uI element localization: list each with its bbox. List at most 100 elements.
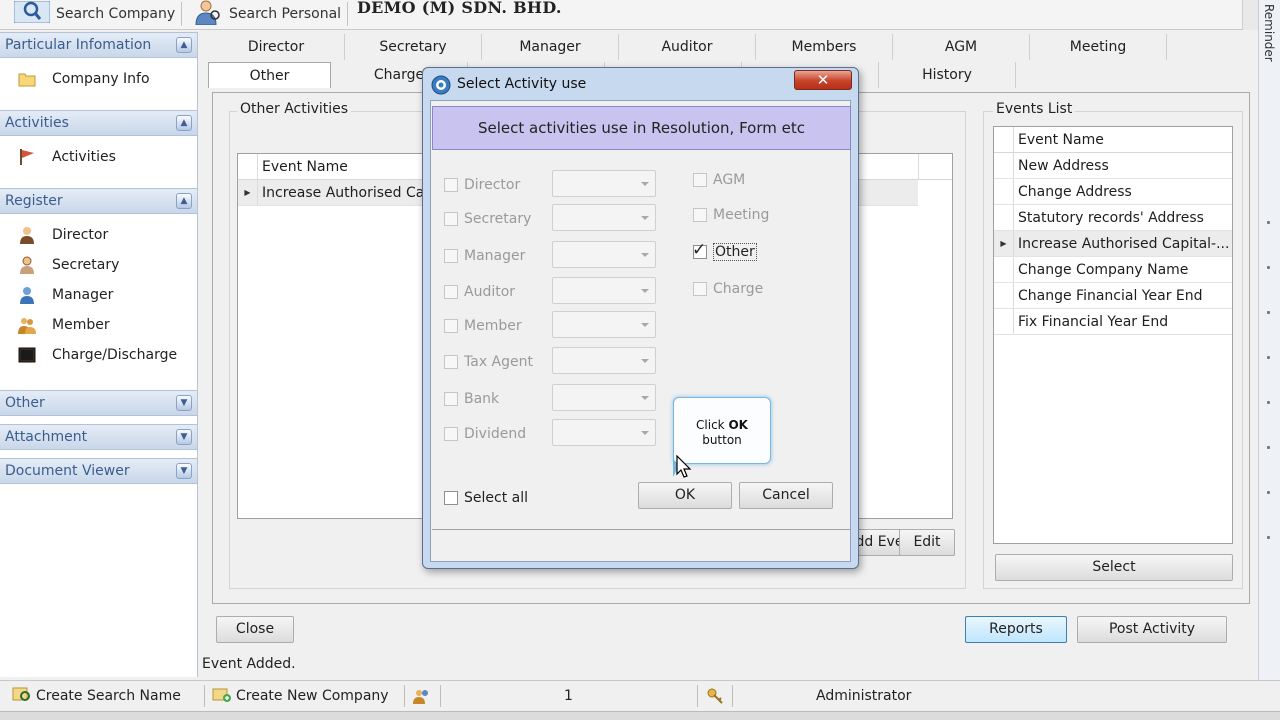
edit-button[interactable]: Edit: [899, 529, 955, 556]
combo-manager[interactable]: [552, 241, 656, 268]
tab-manager[interactable]: Manager: [482, 34, 619, 60]
chevron-down-icon: [641, 396, 649, 400]
checkbox-secretary[interactable]: Secretary: [444, 211, 531, 227]
tab-meeting[interactable]: Meeting: [1030, 34, 1167, 60]
combo-auditor[interactable]: [552, 277, 656, 304]
collapse-up-icon[interactable]: ▲: [176, 193, 192, 209]
divider: [432, 529, 851, 530]
checkbox-auditor[interactable]: Auditor: [444, 284, 515, 300]
search-personal-label: Search Personal: [229, 6, 342, 22]
sidebar-item-manager[interactable]: Manager: [0, 280, 197, 310]
table-row[interactable]: Statutory records' Address: [994, 205, 1232, 231]
chevron-down-icon: [641, 216, 649, 220]
ok-button[interactable]: OK: [638, 482, 732, 509]
scrollbar-stub[interactable]: [1242, 0, 1258, 30]
checkbox-member[interactable]: Member: [444, 318, 522, 334]
chevron-down-icon: [641, 182, 649, 186]
search-name-icon: [12, 685, 32, 707]
dialog-banner: Select activities use in Resolution, For…: [432, 106, 851, 150]
collapse-up-icon[interactable]: ▲: [176, 37, 192, 53]
search-company-button[interactable]: Search Company: [13, 0, 175, 28]
sidebar-item-label: Charge/Discharge: [52, 347, 178, 363]
create-new-company-button[interactable]: Create New Company: [212, 681, 389, 711]
table-row[interactable]: Change Company Name: [994, 257, 1232, 283]
tab-history[interactable]: History: [879, 62, 1016, 88]
grip-dots: [1267, 200, 1271, 560]
director-icon: [18, 226, 36, 244]
search-icon: [13, 0, 51, 27]
table-row-selected[interactable]: ▶ Increase Authorised Capital-...: [994, 231, 1232, 257]
combo-bank[interactable]: [552, 384, 656, 411]
close-button[interactable]: Close: [216, 616, 294, 643]
tab-members[interactable]: Members: [756, 34, 893, 60]
dialog-titlebar[interactable]: Select Activity use ✕: [423, 68, 858, 102]
reports-button[interactable]: Reports: [965, 616, 1067, 643]
expand-down-icon[interactable]: ▼: [176, 463, 192, 479]
sidebar-item-secretary[interactable]: Secretary: [0, 250, 197, 280]
new-company-icon: [212, 685, 232, 707]
sidebar-item-director[interactable]: Director: [0, 220, 197, 250]
tab-agm[interactable]: AGM: [893, 34, 1030, 60]
events-list-grid[interactable]: Event Name New Address Change Address St…: [993, 126, 1233, 544]
sidebar-section-other[interactable]: Other ▼: [0, 390, 197, 416]
table-row[interactable]: Fix Financial Year End: [994, 309, 1232, 335]
tab-other[interactable]: Other: [208, 62, 331, 88]
sidebar-item-label: Manager: [52, 287, 114, 303]
secretary-icon: [18, 256, 36, 274]
tab-secretary[interactable]: Secretary: [345, 34, 482, 60]
sidebar-section-document-viewer[interactable]: Document Viewer ▼: [0, 458, 197, 484]
expand-down-icon[interactable]: ▼: [176, 395, 192, 411]
bottom-strip: [0, 711, 1280, 720]
combo-secretary[interactable]: [552, 204, 656, 231]
folder-icon: [18, 70, 36, 88]
checkbox-other[interactable]: ✓ Other: [692, 240, 757, 261]
table-row[interactable]: Change Financial Year End: [994, 283, 1232, 309]
checkbox-director[interactable]: Director: [444, 177, 520, 193]
select-activity-dialog: Select Activity use ✕ Select activities …: [422, 67, 859, 569]
sidebar-item-member[interactable]: Member: [0, 310, 197, 340]
checkbox-agm[interactable]: AGM: [693, 172, 745, 188]
expand-down-icon[interactable]: ▼: [176, 429, 192, 445]
top-toolbar: Search Company Search Personal DEMO (M) …: [0, 0, 1280, 30]
column-header-event-name[interactable]: Event Name: [1014, 132, 1104, 148]
sidebar-item-activities[interactable]: Activities: [0, 142, 197, 172]
checkbox-manager[interactable]: Manager: [444, 248, 525, 264]
sidebar-item-company-info[interactable]: Company Info: [0, 64, 197, 94]
tab-auditor[interactable]: Auditor: [619, 34, 756, 60]
combo-dividend[interactable]: [552, 419, 656, 446]
checkbox-dividend[interactable]: Dividend: [444, 426, 526, 442]
cancel-button[interactable]: Cancel: [739, 482, 833, 509]
charge-icon: [18, 346, 36, 364]
checkbox-meeting[interactable]: Meeting: [693, 207, 769, 223]
post-activity-button[interactable]: Post Activity: [1077, 616, 1227, 643]
combo-member[interactable]: [552, 311, 656, 338]
checkbox-select-all[interactable]: Select all: [444, 490, 528, 506]
reminder-side-tab[interactable]: Reminder: [1258, 0, 1280, 680]
member-icon: [18, 316, 36, 334]
chevron-down-icon: [641, 253, 649, 257]
sidebar-item-charge-discharge[interactable]: Charge/Discharge: [0, 340, 197, 370]
sidebar-section-activities[interactable]: Activities ▲: [0, 110, 197, 136]
table-row[interactable]: New Address: [994, 153, 1232, 179]
combo-tax-agent[interactable]: [552, 347, 656, 374]
checkbox-bank[interactable]: Bank: [444, 391, 499, 407]
close-icon[interactable]: ✕: [794, 70, 852, 90]
current-user: Administrator: [816, 688, 912, 704]
select-event-button[interactable]: Select: [995, 554, 1233, 581]
table-row[interactable]: Change Address: [994, 179, 1232, 205]
checkbox-tax-agent[interactable]: Tax Agent: [444, 354, 533, 370]
checkbox-charge[interactable]: Charge: [693, 281, 763, 297]
create-search-name-button[interactable]: Create Search Name: [12, 681, 181, 711]
grid-header: Event Name: [994, 127, 1232, 153]
combo-director[interactable]: [552, 170, 656, 197]
sidebar: Particular Infomation ▲ Company Info Act…: [0, 32, 198, 677]
sidebar-item-label: Director: [52, 227, 109, 243]
section-title: Document Viewer: [5, 463, 130, 479]
tab-director[interactable]: Director: [208, 34, 345, 60]
search-personal-button[interactable]: Search Personal: [193, 0, 341, 28]
collapse-up-icon[interactable]: ▲: [176, 115, 192, 131]
sidebar-section-attachment[interactable]: Attachment ▼: [0, 424, 197, 450]
key-icon: [706, 681, 724, 711]
sidebar-section-register[interactable]: Register ▲: [0, 188, 197, 214]
sidebar-section-particular-information[interactable]: Particular Infomation ▲: [0, 32, 197, 58]
